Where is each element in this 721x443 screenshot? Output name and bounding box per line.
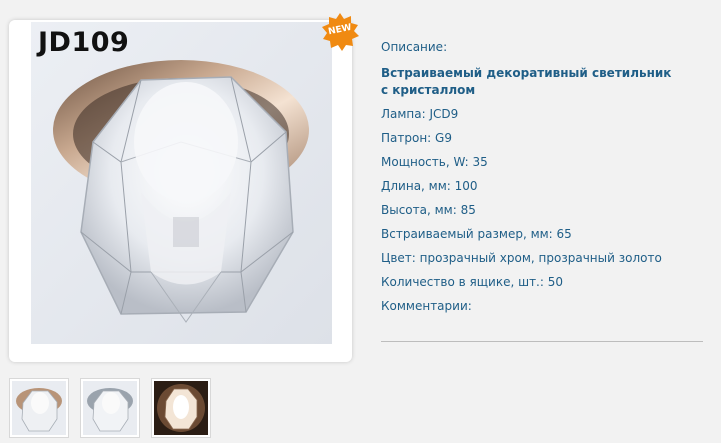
spec-box-qty: Количество в ящике, шт.: 50 (381, 275, 563, 289)
thumbnail-gold[interactable] (9, 378, 69, 438)
product-photo[interactable] (31, 22, 332, 344)
thumbnail-chrome[interactable] (80, 378, 140, 438)
description-label: Описание: (381, 40, 448, 54)
thumbnail-image (12, 381, 66, 435)
spec-comments: Комментарии: (381, 299, 472, 313)
spec-cutout: Встраиваемый размер, мм: 65 (381, 227, 572, 241)
divider (381, 341, 703, 342)
product-code: JD109 (38, 27, 130, 58)
spec-height: Высота, мм: 85 (381, 203, 476, 217)
spec-color: Цвет: прозрачный хром, прозрачный золото (381, 251, 662, 265)
product-title: Встраиваемый декоративный светильник с к… (381, 66, 672, 97)
thumbnail-lit[interactable] (151, 378, 211, 438)
new-badge: NEW (320, 12, 360, 52)
thumbnail-image (83, 381, 137, 435)
thumbnail-image (154, 381, 208, 435)
spec-socket: Патрон: G9 (381, 131, 452, 145)
spec-lamp: Лампа: JCD9 (381, 107, 459, 121)
spec-power: Мощность, W: 35 (381, 155, 488, 169)
spec-length: Длина, мм: 100 (381, 179, 478, 193)
